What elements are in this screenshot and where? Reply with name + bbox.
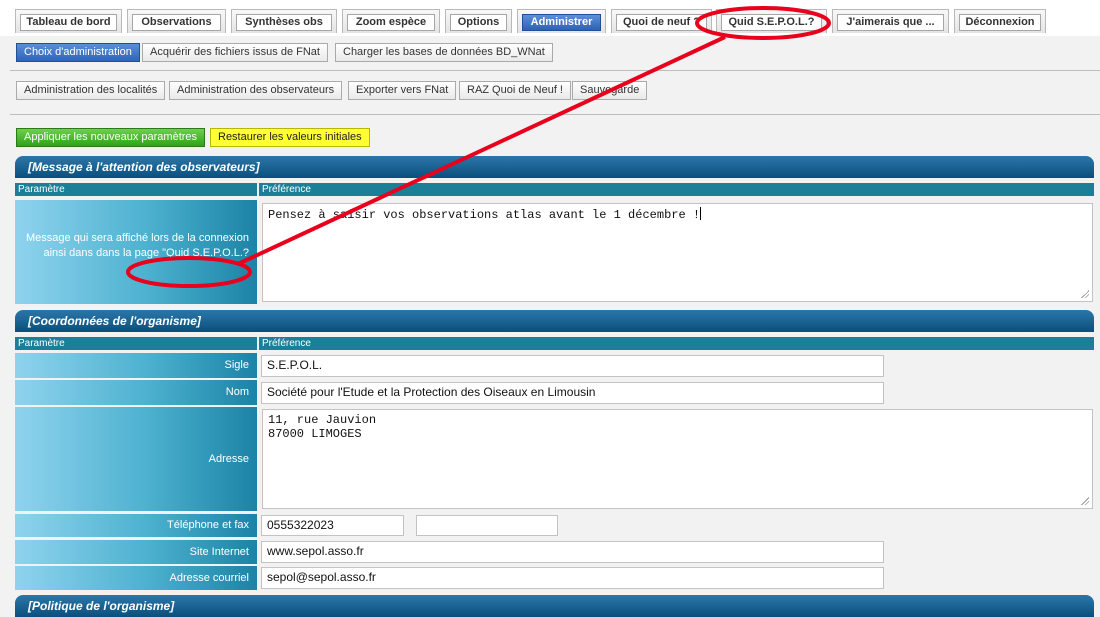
telephone-input[interactable]: 0555322023 <box>261 515 404 536</box>
tab-options[interactable]: Options <box>445 9 512 33</box>
apply-settings-button[interactable]: Appliquer les nouveaux paramètres <box>16 128 206 147</box>
adresse-text: 11, rue Jauvion 87000 LIMOGES <box>268 413 377 441</box>
fax-input[interactable] <box>416 515 558 536</box>
tab-syntheses-obs[interactable]: Synthèses obs <box>231 9 337 33</box>
param-sigle: Sigle <box>15 353 257 378</box>
sauvegarde-button[interactable]: Sauvegarde <box>572 81 648 100</box>
tab-quid-sepol[interactable]: Quid S.E.P.O.L.? <box>716 9 827 33</box>
text-caret <box>700 207 702 220</box>
column-header-parametre: Paramètre <box>15 183 257 196</box>
acquerir-fnat-button[interactable]: Acquérir des fichiers issus de FNat <box>142 43 328 62</box>
param-message: Message qui sera affiché lors de la conn… <box>15 200 257 304</box>
tab-quoi-de-neuf[interactable]: Quoi de neuf ? <box>611 9 712 33</box>
tab-jaimerais-que[interactable]: J'aimerais que ... <box>832 9 949 33</box>
resize-grip-icon[interactable] <box>1081 290 1089 298</box>
column-header-preference: Préférence <box>259 183 1094 196</box>
column-header-preference: Préférence <box>259 337 1094 350</box>
section-header-message: [Message à l'attention des observateurs] <box>15 156 1094 178</box>
adresse-textarea[interactable]: 11, rue Jauvion 87000 LIMOGES <box>262 409 1093 509</box>
tab-tableau-de-bord[interactable]: Tableau de bord <box>15 9 122 33</box>
resize-grip-icon[interactable] <box>1081 497 1089 505</box>
charger-bdwnat-button[interactable]: Charger les bases de données BD_WNat <box>335 43 553 62</box>
tab-deconnexion[interactable]: Déconnexion <box>954 9 1046 33</box>
param-site-internet: Site Internet <box>15 540 257 564</box>
param-adresse: Adresse <box>15 407 257 511</box>
divider <box>10 114 1100 115</box>
choix-administration-button[interactable]: Choix d'administration <box>16 43 140 62</box>
main-nav-tabbar: Tableau de bord Observations Synthèses o… <box>0 0 1100 36</box>
section-header-coordonnees: [Coordonnées de l'organisme] <box>15 310 1094 332</box>
exporter-fnat-button[interactable]: Exporter vers FNat <box>348 81 457 100</box>
param-telephone: Téléphone et fax <box>15 514 257 537</box>
nom-input[interactable]: Société pour l'Etude et la Protection de… <box>261 382 884 404</box>
section-header-politique: [Politique de l'organisme] <box>15 595 1094 617</box>
param-adresse-courriel: Adresse courriel <box>15 566 257 590</box>
tab-administrer[interactable]: Administrer <box>517 9 606 33</box>
site-internet-input[interactable]: www.sepol.asso.fr <box>261 541 884 563</box>
email-input[interactable]: sepol@sepol.asso.fr <box>261 567 884 589</box>
admin-observateurs-button[interactable]: Administration des observateurs <box>169 81 343 100</box>
restore-defaults-button[interactable]: Restaurer les valeurs initiales <box>210 128 370 147</box>
tab-observations[interactable]: Observations <box>127 9 226 33</box>
tab-zoom-espece[interactable]: Zoom espèce <box>342 9 440 33</box>
divider <box>10 70 1100 71</box>
column-header-parametre: Paramètre <box>15 337 257 350</box>
param-nom: Nom <box>15 380 257 405</box>
message-textarea[interactable]: Pensez à saisir vos observations atlas a… <box>262 203 1093 302</box>
raz-quoi-de-neuf-button[interactable]: RAZ Quoi de Neuf ! <box>459 81 571 100</box>
admin-localites-button[interactable]: Administration des localités <box>16 81 166 100</box>
message-text: Pensez à saisir vos observations atlas a… <box>268 208 701 222</box>
sigle-input[interactable]: S.E.P.O.L. <box>261 355 884 377</box>
